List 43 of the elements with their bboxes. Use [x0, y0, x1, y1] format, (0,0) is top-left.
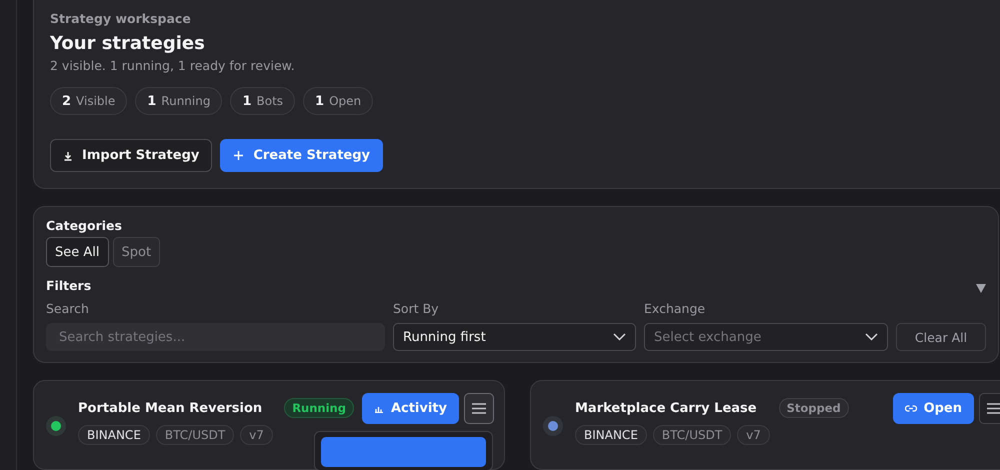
clear-button[interactable]: Clear All — [896, 323, 986, 351]
tag: v7 — [240, 425, 273, 445]
tag: BINANCE — [575, 425, 647, 445]
subtitle: 2 visible. 1 running, 1 ready for review. — [50, 58, 296, 73]
category-tab[interactable]: See All — [46, 237, 108, 267]
field-label: Exchange — [644, 301, 706, 316]
open-button[interactable]: Open — [892, 392, 974, 424]
stat-chip: 1 Running — [135, 87, 222, 115]
import-button[interactable]: Import Strategy — [50, 139, 212, 172]
field-label: Sort By — [393, 301, 440, 316]
search-field[interactable]: Search strategies... — [46, 323, 385, 351]
category-tab[interactable]: Spot — [112, 237, 160, 267]
sort-dropdown[interactable]: Running first — [393, 323, 636, 351]
tag: BTC/USDT — [652, 425, 732, 445]
chevron-icon — [865, 333, 878, 341]
tag: BTC/USDT — [156, 425, 234, 445]
tag: v7 — [737, 425, 770, 445]
activity-button[interactable]: Activity — [362, 392, 459, 424]
status-badge: Stopped — [778, 398, 849, 418]
section-title: Filters — [46, 278, 92, 293]
link-icon — [904, 404, 917, 412]
menu-button[interactable] — [979, 392, 1000, 424]
stat-chip: 1 Bots — [230, 87, 296, 115]
create-button[interactable]: Create Strategy — [220, 139, 384, 172]
plus-icon — [233, 150, 244, 161]
download-icon — [63, 150, 73, 160]
stat-chip: 2 Visible — [50, 87, 128, 115]
stat-chip: 1 Open — [303, 87, 374, 115]
collapse-icon[interactable] — [976, 284, 986, 292]
exchange-dropdown[interactable]: Select exchange — [644, 323, 888, 351]
page-title: Your strategies — [50, 33, 206, 54]
section-title: Categories — [46, 218, 123, 233]
tag: BINANCE — [78, 425, 150, 445]
menu-item[interactable] — [321, 436, 486, 466]
menu-button[interactable] — [464, 392, 494, 424]
status-badge: Running — [284, 398, 354, 418]
chevron-icon — [613, 333, 626, 341]
strategy-name: Portable Mean Reversion — [78, 400, 262, 416]
strategy-name: Marketplace Carry Lease — [575, 400, 757, 416]
field-label: Search — [46, 301, 90, 316]
menu-icon — [987, 402, 1000, 414]
eyebrow: Strategy workspace — [50, 11, 192, 26]
menu-icon — [472, 402, 486, 414]
